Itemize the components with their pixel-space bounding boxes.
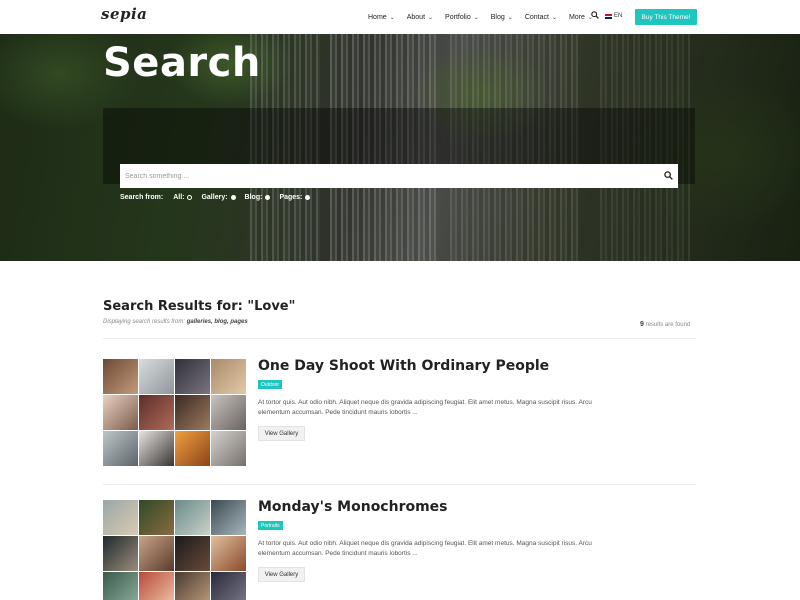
result-excerpt: At tortor quis. Aut odio nibh. Aliquet n… — [258, 540, 592, 557]
nav-label: Contact — [524, 13, 549, 21]
option-label: Blog: — [244, 194, 263, 201]
view-gallery-button[interactable]: View Gallery — [258, 567, 305, 582]
photo-tile — [103, 359, 138, 394]
photo-tile — [103, 431, 138, 466]
result-title[interactable]: Monday's Monochromes — [258, 499, 448, 515]
option-label: Gallery: — [201, 194, 228, 201]
buy-theme-button[interactable]: Buy This Theme! — [635, 9, 697, 25]
page-title: Search — [103, 40, 261, 86]
results-count-label: results are found — [645, 322, 691, 328]
nav-label: Blog — [490, 13, 505, 21]
view-gallery-button[interactable]: View Gallery — [258, 426, 305, 441]
photo-tile — [139, 431, 174, 466]
photo-tile — [175, 359, 210, 394]
nav-item-contact[interactable]: Contact ⌄ — [525, 14, 557, 21]
chevron-down-icon: ⌄ — [428, 14, 434, 21]
nav-label: About — [406, 13, 426, 21]
photo-tile — [175, 536, 210, 571]
search-icon[interactable] — [591, 11, 599, 19]
photo-tile — [211, 500, 246, 535]
photo-tile — [139, 572, 174, 600]
scope-option-gallery[interactable]: Gallery: — [201, 194, 236, 201]
photo-tile — [139, 395, 174, 430]
photo-tile — [139, 359, 174, 394]
main-nav: Home ⌄ About ⌄ Portfolio ⌄ Blog ⌄ Contact ⌄ M… — [368, 0, 605, 34]
results-heading: Search Results for: "Love" — [103, 299, 296, 314]
nav-item-more[interactable]: More ⌄ — [569, 14, 593, 21]
divider — [103, 484, 696, 485]
search-submit-icon[interactable] — [664, 171, 673, 180]
sources-prefix: Displaying search results from: — [103, 319, 186, 325]
site-logo[interactable]: sepia — [101, 5, 147, 23]
option-label: All: — [173, 194, 185, 201]
site-header: sepia Home ⌄ About ⌄ Portfolio ⌄ Blog ⌄ Cont… — [0, 0, 800, 34]
photo-tile — [211, 359, 246, 394]
result-excerpt: At tortor quis. Aut odio nibh. Aliquet n… — [258, 399, 592, 416]
scope-option-all[interactable]: All: — [173, 194, 193, 201]
results-sources-note: Displaying search results from: gallerie… — [103, 319, 248, 325]
chevron-down-icon: ⌄ — [507, 14, 513, 21]
nav-label: Home — [368, 13, 387, 21]
search-field[interactable] — [120, 164, 678, 188]
nav-label: Portfolio — [445, 13, 471, 21]
photo-tile — [175, 500, 210, 535]
divider — [103, 338, 696, 339]
photo-tile — [139, 500, 174, 535]
option-label: Pages: — [279, 194, 303, 201]
category-tag[interactable]: Portraits — [258, 521, 283, 530]
language-label: EN — [614, 13, 623, 19]
photo-tile — [211, 395, 246, 430]
gallery-thumbnail[interactable] — [103, 359, 246, 466]
language-switcher[interactable]: EN — [605, 13, 622, 19]
chevron-down-icon: ⌄ — [473, 14, 479, 21]
scope-option-pages[interactable]: Pages: — [279, 194, 311, 201]
photo-tile — [175, 572, 210, 600]
search-scope-options: Search from: All: Gallery: Blog: Pages: — [120, 194, 319, 201]
gallery-thumbnail[interactable] — [103, 500, 246, 600]
photo-tile — [103, 536, 138, 571]
photo-tile — [211, 536, 246, 571]
nav-item-blog[interactable]: Blog ⌄ — [491, 14, 513, 21]
flag-icon — [605, 13, 612, 19]
photo-tile — [103, 395, 138, 430]
photo-tile — [211, 572, 246, 600]
category-tag[interactable]: Outdoor — [258, 380, 283, 389]
search-input[interactable] — [125, 172, 645, 180]
sources-list: galleries, blog, pages — [186, 319, 248, 325]
photo-tile — [211, 431, 246, 466]
photo-tile — [103, 500, 138, 535]
radio-icon — [187, 195, 193, 200]
nav-label: More — [568, 13, 585, 21]
radio-icon — [265, 195, 271, 200]
photo-tile — [175, 395, 210, 430]
chevron-down-icon: ⌄ — [551, 14, 557, 21]
result-title[interactable]: One Day Shoot With Ordinary People — [258, 358, 549, 374]
nav-item-home[interactable]: Home ⌄ — [368, 14, 395, 21]
scope-option-blog[interactable]: Blog: — [245, 194, 271, 201]
results-count: 9 results are found — [640, 321, 690, 328]
photo-tile — [175, 431, 210, 466]
chevron-down-icon: ⌄ — [389, 14, 395, 21]
nav-item-about[interactable]: About ⌄ — [407, 14, 433, 21]
photo-tile — [103, 572, 138, 600]
nav-item-portfolio[interactable]: Portfolio ⌄ — [445, 14, 479, 21]
photo-tile — [139, 536, 174, 571]
radio-icon — [230, 195, 236, 200]
search-from-label: Search from: — [120, 194, 164, 201]
radio-icon — [305, 195, 311, 200]
results-count-number: 9 — [640, 321, 644, 328]
